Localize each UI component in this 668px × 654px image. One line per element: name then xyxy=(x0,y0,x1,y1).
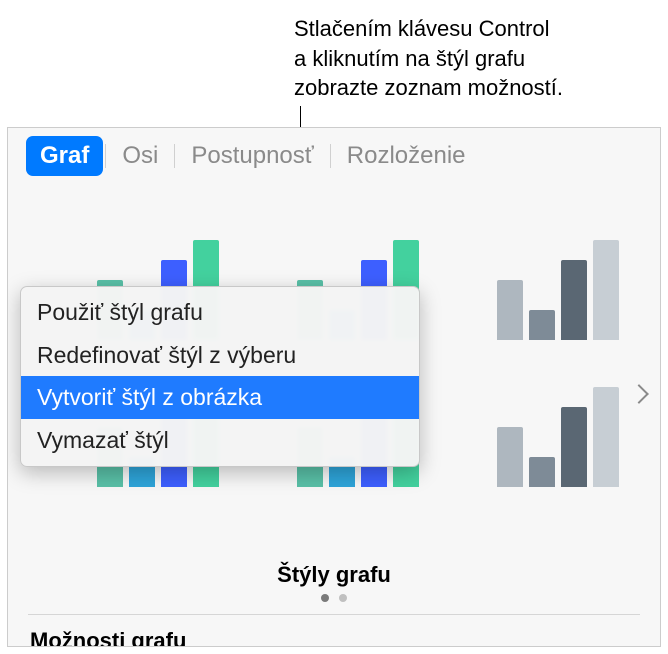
chart-styles-label: Štýly grafu xyxy=(8,562,660,588)
chart-style-context-menu: Použiť štýl grafu Redefinovať štýl z výb… xyxy=(20,286,420,467)
thumb-bar xyxy=(561,407,587,487)
callout-text: Stlačením klávesu Control a kliknutím na… xyxy=(294,14,654,103)
pager-dot[interactable] xyxy=(321,594,329,602)
menu-create-style-from-image[interactable]: Vytvoriť štýl z obrázka xyxy=(21,376,419,419)
menu-redefine-style[interactable]: Redefinovať štýl z výberu xyxy=(21,334,419,377)
section-divider xyxy=(28,614,640,615)
tab-series[interactable]: Postupnosť xyxy=(177,136,327,176)
chart-options-section-title: Možnosti grafu xyxy=(30,628,186,647)
chart-style-thumb[interactable] xyxy=(468,357,648,487)
pager-dot[interactable] xyxy=(339,594,347,602)
tab-layout[interactable]: Rozloženie xyxy=(333,136,480,176)
styles-pager xyxy=(8,594,660,602)
callout-line: zobrazte zoznam možností. xyxy=(294,75,563,100)
tab-separator xyxy=(174,144,175,168)
thumb-bar xyxy=(593,240,619,340)
tab-chart[interactable]: Graf xyxy=(26,136,103,176)
thumb-bar xyxy=(561,260,587,340)
callout-line: a kliknutím na štýl grafu xyxy=(294,46,525,71)
thumb-bar xyxy=(497,280,523,340)
menu-delete-style[interactable]: Vymazať štýl xyxy=(21,419,419,462)
thumb-bar xyxy=(497,427,523,487)
tab-separator xyxy=(105,144,106,168)
chart-style-thumb[interactable] xyxy=(468,210,648,340)
inspector-tabs: Graf Osi Postupnosť Rozloženie xyxy=(8,128,660,180)
thumb-bar xyxy=(529,310,555,340)
inspector-panel: Graf Osi Postupnosť Rozloženie xyxy=(7,127,661,647)
callout-line: Stlačením klávesu Control xyxy=(294,16,550,41)
menu-apply-chart-style[interactable]: Použiť štýl grafu xyxy=(21,291,419,334)
chart-styles-area: Použiť štýl grafu Redefinovať štýl z výb… xyxy=(8,192,660,492)
thumb-bar xyxy=(593,387,619,487)
tab-separator xyxy=(330,144,331,168)
thumb-bar xyxy=(529,457,555,487)
tab-axes[interactable]: Osi xyxy=(108,136,172,176)
